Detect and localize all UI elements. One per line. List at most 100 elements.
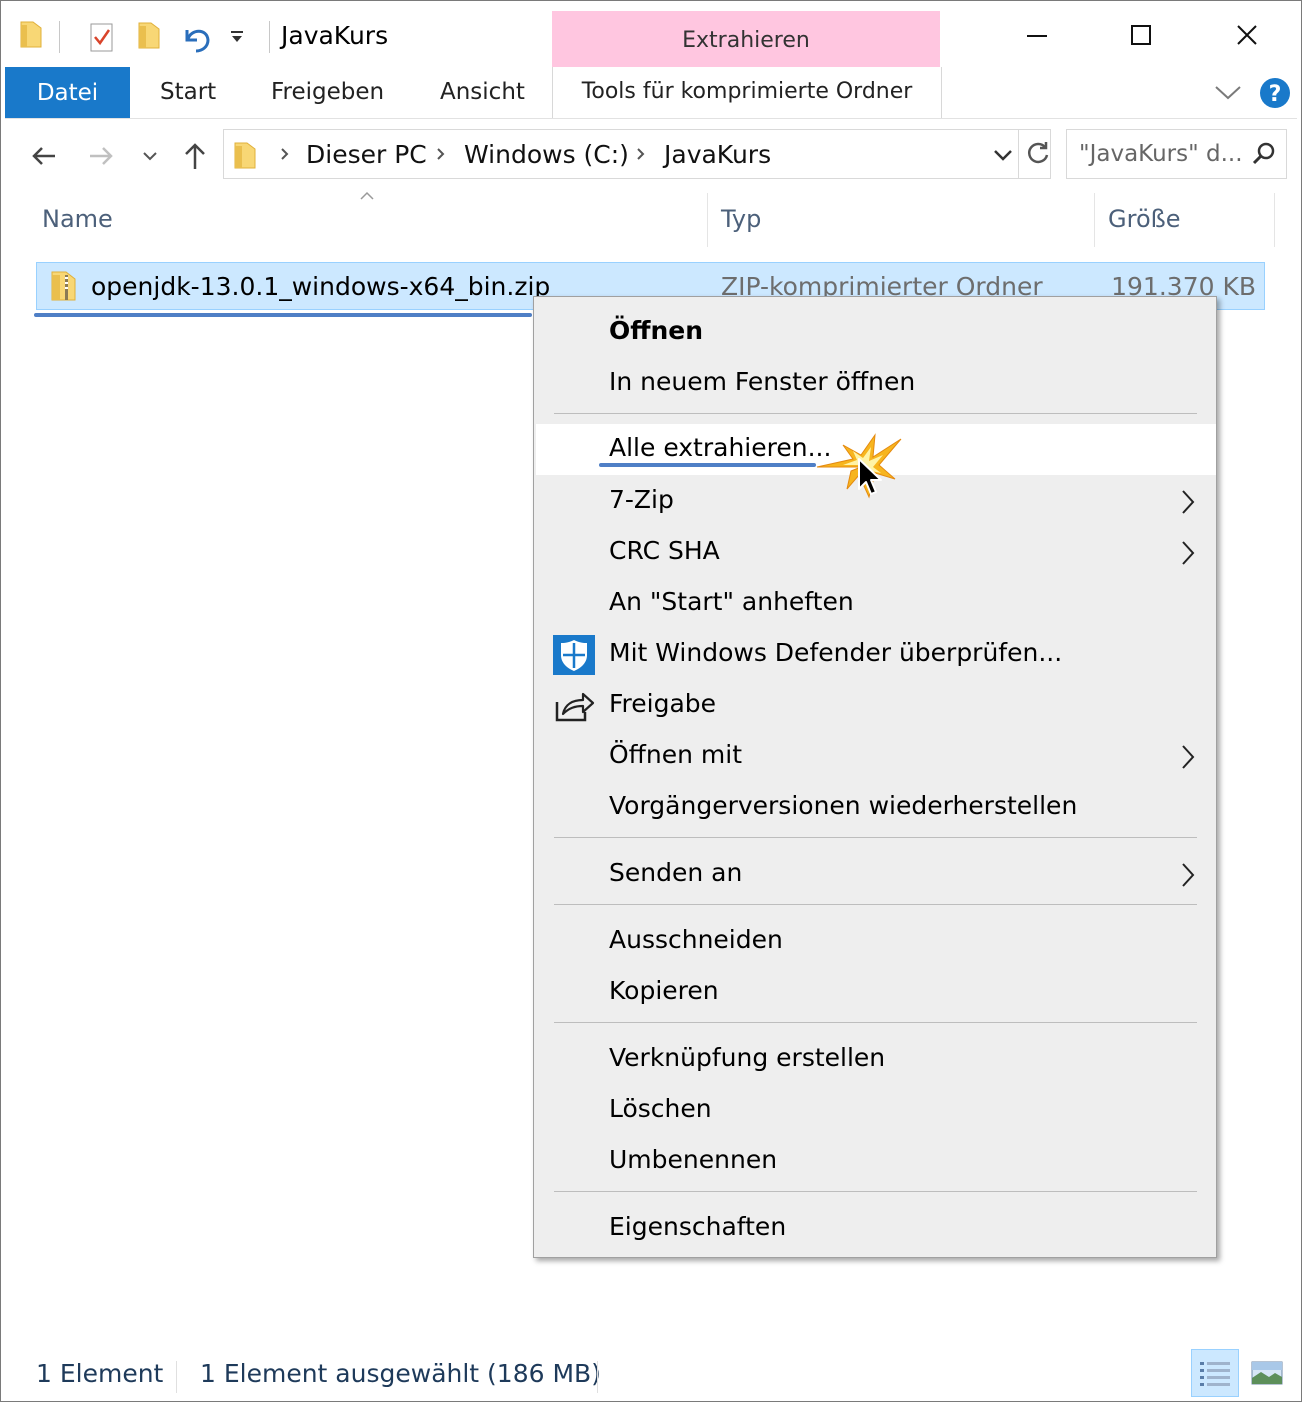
menu-item-label: Kopieren [609, 976, 719, 1005]
ribbon-divider [5, 118, 1297, 119]
help-icon[interactable]: ? [1259, 77, 1291, 109]
menu-separator [554, 413, 1197, 414]
qat-separator [59, 21, 60, 53]
menu-item-label: Mit Windows Defender überprüfen... [609, 638, 1063, 667]
menu-item-label: Ausschneiden [609, 925, 783, 954]
search-placeholder: "JavaKurs" d... [1079, 141, 1243, 167]
submenu-chevron-icon [1182, 863, 1195, 887]
column-header-name[interactable]: Name [42, 205, 113, 233]
refresh-icon[interactable] [1024, 140, 1052, 168]
menu-item-label: Eigenschaften [609, 1212, 787, 1241]
qat-separator [269, 21, 270, 53]
menu-item-ausschneiden[interactable]: Ausschneiden [534, 916, 1216, 967]
forward-arrow-icon [90, 147, 113, 165]
folder-app-icon[interactable] [19, 19, 43, 49]
search-icon[interactable] [1251, 141, 1277, 167]
menu-item-label: Löschen [609, 1094, 712, 1123]
menu-item-vorgaengerversionen[interactable]: Vorgängerversionen wiederherstellen [534, 782, 1216, 833]
file-explorer-window: JavaKurs Extrahieren Datei Start Freigeb… [0, 0, 1302, 1402]
windows-defender-shield-icon [553, 635, 595, 675]
address-bar[interactable]: Dieser PC Windows (C:) JavaKurs [223, 129, 1051, 179]
close-button[interactable] [1217, 15, 1277, 55]
zip-folder-icon [49, 269, 79, 303]
column-divider[interactable] [707, 193, 708, 247]
window-title: JavaKurs [281, 21, 389, 50]
back-button[interactable] [26, 139, 62, 173]
menu-item-verknuepfung-erstellen[interactable]: Verknüpfung erstellen [534, 1034, 1216, 1085]
tab-freigeben[interactable]: Freigeben [271, 79, 384, 105]
contextual-tab-group-header: Extrahieren [552, 11, 940, 67]
details-view-button[interactable] [1191, 1349, 1239, 1397]
tab-compressed-folder-tools[interactable]: Tools für komprimierte Ordner [552, 67, 942, 119]
breadcrumb-dieser-pc[interactable]: Dieser PC [306, 140, 427, 169]
column-divider[interactable] [1274, 193, 1275, 247]
tab-datei[interactable]: Datei [5, 67, 130, 119]
minimize-icon [1027, 35, 1047, 37]
status-divider [597, 1361, 598, 1393]
new-folder-icon[interactable] [136, 19, 162, 51]
minimize-button[interactable] [1007, 15, 1067, 55]
address-history-dropdown-icon[interactable] [992, 144, 1014, 166]
share-icon [555, 692, 595, 722]
menu-item-label: An "Start" anheften [609, 587, 854, 616]
maximize-button[interactable] [1111, 15, 1171, 55]
properties-icon[interactable] [89, 21, 115, 53]
menu-item-crc-sha[interactable]: CRC SHA [534, 527, 1216, 578]
breadcrumb-chevron-icon[interactable] [430, 142, 452, 166]
menu-item-label: Freigabe [609, 689, 717, 718]
customize-qat-dropdown-icon[interactable] [229, 29, 245, 45]
menu-item-highlight-underline [599, 463, 816, 467]
chevron-down-icon [143, 152, 157, 161]
menu-item-kopieren[interactable]: Kopieren [534, 967, 1216, 1018]
recent-locations-button[interactable] [135, 139, 165, 173]
menu-item-label: Alle extrahieren... [609, 433, 832, 462]
menu-item-label: 7-Zip [609, 485, 674, 514]
menu-item-windows-defender[interactable]: Mit Windows Defender überprüfen... [534, 629, 1216, 680]
large-icons-view-icon [1251, 1361, 1283, 1385]
breadcrumb-javakurs[interactable]: JavaKurs [664, 140, 771, 169]
menu-item-eigenschaften[interactable]: Eigenschaften [534, 1203, 1216, 1254]
search-box[interactable]: "JavaKurs" d... [1066, 129, 1287, 179]
menu-separator [554, 1191, 1197, 1192]
status-item-count: 1 Element [36, 1359, 164, 1388]
large-icons-view-button[interactable] [1243, 1349, 1291, 1397]
column-header-size[interactable]: Größe [1108, 205, 1181, 233]
sort-ascending-icon [357, 187, 377, 200]
submenu-chevron-icon [1182, 490, 1195, 514]
svg-text:?: ? [1269, 82, 1282, 107]
menu-item-senden-an[interactable]: Senden an [534, 849, 1216, 900]
menu-item-umbenennen[interactable]: Umbenennen [534, 1136, 1216, 1187]
column-header-type[interactable]: Typ [721, 205, 761, 233]
up-arrow-icon [185, 143, 205, 169]
tab-ansicht[interactable]: Ansicht [440, 79, 525, 105]
menu-item-oeffnen-mit[interactable]: Öffnen mit [534, 731, 1216, 782]
menu-item-in-neuem-fenster-oeffnen[interactable]: In neuem Fenster öffnen [534, 358, 1216, 409]
breadcrumb-chevron-icon[interactable] [630, 142, 652, 166]
contextual-tab-group-label: Extrahieren [682, 28, 810, 53]
menu-item-label: CRC SHA [609, 536, 720, 565]
menu-separator [554, 837, 1197, 838]
menu-item-oeffnen[interactable]: Öffnen [534, 307, 1216, 358]
up-button[interactable] [177, 139, 213, 173]
menu-item-loeschen[interactable]: Löschen [534, 1085, 1216, 1136]
tab-start[interactable]: Start [160, 79, 216, 105]
mouse-cursor-icon [857, 457, 883, 497]
file-name[interactable]: openjdk-13.0.1_windows-x64_bin.zip [91, 272, 550, 301]
undo-icon[interactable] [179, 21, 213, 55]
breadcrumb-chevron-icon[interactable] [274, 142, 296, 166]
menu-item-label: Vorgängerversionen wiederherstellen [609, 791, 1078, 820]
close-icon [1237, 25, 1257, 45]
menu-item-an-start-anheften[interactable]: An "Start" anheften [534, 578, 1216, 629]
column-divider[interactable] [1094, 193, 1095, 247]
status-selection: 1 Element ausgewählt (186 MB) [200, 1359, 601, 1388]
expand-ribbon-chevron-icon[interactable] [1213, 83, 1243, 103]
menu-item-freigabe[interactable]: Freigabe [534, 680, 1216, 731]
status-divider [176, 1361, 177, 1393]
menu-separator [554, 904, 1197, 905]
menu-separator [554, 1022, 1197, 1023]
tab-compressed-folder-tools-label: Tools für komprimierte Ordner [581, 79, 913, 104]
submenu-chevron-icon [1182, 745, 1195, 769]
back-arrow-icon [32, 147, 55, 165]
forward-button[interactable] [83, 139, 119, 173]
breadcrumb-windows-c[interactable]: Windows (C:) [464, 140, 629, 169]
